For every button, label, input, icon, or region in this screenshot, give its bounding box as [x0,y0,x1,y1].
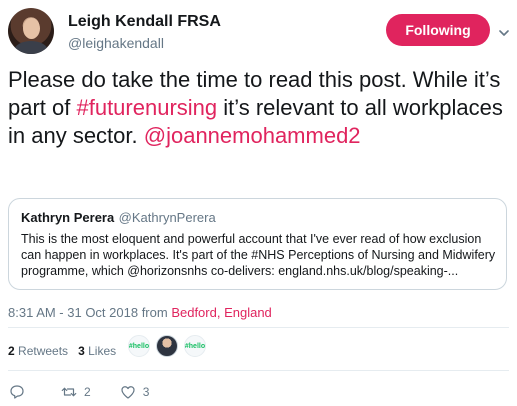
heart-icon [121,386,135,399]
tweet-text: Please do take the time to read this pos… [8,66,508,150]
tweet-actions: 2 3 [8,382,177,402]
hashtag-link[interactable]: #futurenursing [76,95,217,120]
user-name[interactable]: Leigh Kendall FRSA [68,13,221,31]
mention-link[interactable]: @joannemohammed2 [144,123,361,148]
retweets-label[interactable]: Retweets [18,344,68,358]
liker-avatar[interactable]: #hello [184,335,206,357]
liker-avatar[interactable] [156,335,178,357]
likes-count[interactable]: 3 [78,344,85,358]
avatar-shoulders [14,41,48,54]
reply-icon [10,385,24,399]
likes-label[interactable]: Likes [88,344,116,358]
liker-logo-text: #hello [128,342,150,350]
tweet-stats: 2 Retweets 3 Likes [8,344,116,358]
like-count: 3 [142,385,150,399]
timestamp[interactable]: 8:31 AM - 31 Oct 2018 from [8,305,171,320]
avatar[interactable] [8,8,54,54]
like-button[interactable]: 3 [119,383,150,401]
tweet-meta: 8:31 AM - 31 Oct 2018 from Bedford, Engl… [8,305,272,320]
liker-avatar[interactable]: #hello [128,335,150,357]
quoted-tweet[interactable]: Kathryn Perera @KathrynPerera This is th… [8,198,507,290]
tweet-card: Leigh Kendall FRSA @leighakendall Follow… [0,0,517,406]
retweet-icon [61,387,77,397]
likers-avatars: #hello #hello [128,335,206,357]
location-link[interactable]: Bedford, England [171,305,271,320]
quote-user-handle: @KathrynPerera [118,210,216,225]
liker-logo-text: #hello [184,342,206,350]
user-handle[interactable]: @leighakendall [68,35,164,51]
following-button[interactable]: Following [386,14,490,46]
quote-user-name: Kathryn Perera [21,210,115,225]
quote-text: This is the most eloquent and powerful a… [21,232,496,278]
retweet-button[interactable]: 2 [60,383,91,401]
divider [8,327,509,328]
tweet-header: Leigh Kendall FRSA @leighakendall Follow… [8,8,509,56]
chevron-down-icon[interactable] [499,28,509,38]
avatar-face [23,18,40,39]
retweet-count: 2 [84,385,91,399]
divider [8,370,509,371]
reply-button[interactable] [8,383,32,401]
retweets-count[interactable]: 2 [8,344,15,358]
